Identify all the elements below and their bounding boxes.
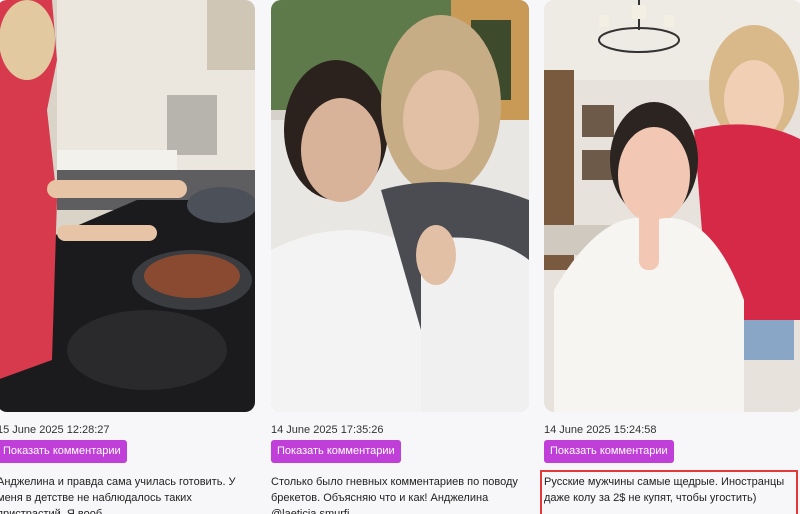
post-photo-1[interactable] xyxy=(0,0,255,412)
post-timestamp: 15 June 2025 12:28:27 xyxy=(0,424,110,436)
show-comments-button[interactable]: Показать комментарии xyxy=(544,440,674,463)
post-caption: Столько было гневных комментариев по пов… xyxy=(271,476,518,514)
show-comments-button[interactable]: Показать комментарии xyxy=(271,440,401,463)
show-comments-button[interactable]: Показать комментарии xyxy=(0,440,127,463)
post-photo-2[interactable] xyxy=(271,0,529,412)
cooking-photo xyxy=(0,0,255,412)
post-card-1: 15 June 2025 12:28:27 Показать комментар… xyxy=(0,0,255,514)
post-card-2: 14 June 2025 17:35:26 Показать комментар… xyxy=(271,0,529,514)
dental-photo xyxy=(544,0,800,412)
post-timestamp: 14 June 2025 17:35:26 xyxy=(271,424,384,436)
post-caption-highlighted: Русские мужчины самые щедрые. Иностранцы… xyxy=(540,470,798,514)
post-timestamp: 14 June 2025 15:24:58 xyxy=(544,424,657,436)
selfie-photo xyxy=(271,0,529,412)
post-caption: Анджелина и правда сама училась готовить… xyxy=(0,476,236,514)
post-card-3: 14 June 2025 15:24:58 Показать комментар… xyxy=(540,0,800,514)
post-photo-3[interactable] xyxy=(544,0,800,412)
